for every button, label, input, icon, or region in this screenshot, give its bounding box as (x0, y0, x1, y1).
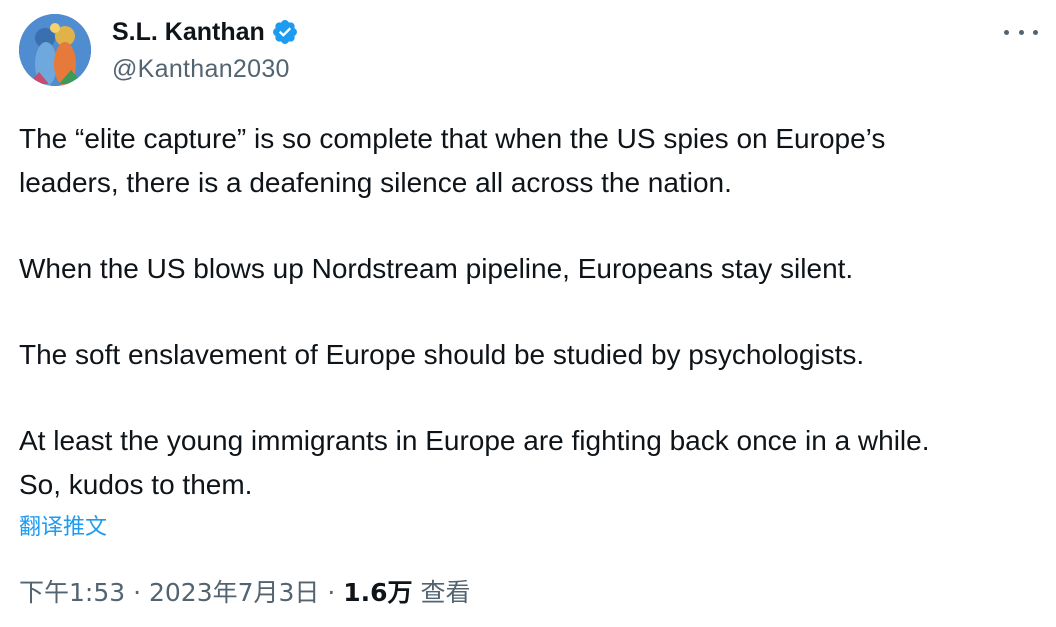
author-handle[interactable]: @Kanthan2030 (112, 54, 290, 84)
meta-separator: · (319, 578, 344, 607)
tweet: S.L. Kanthan @Kanthan2030 The “elite cap… (0, 0, 1056, 627)
tweet-paragraph: The “elite capture” is so complete that … (19, 117, 1049, 205)
meta-separator: · (125, 578, 149, 607)
verified-badge-icon (272, 20, 297, 44)
views-label: 查看 (412, 578, 471, 607)
more-options-icon (1004, 29, 1009, 35)
more-options-icon-dot (1018, 29, 1024, 35)
tweet-line: At least the young immigrants in Europe … (19, 425, 930, 456)
tweet-line: So, kudos to them. (19, 469, 253, 500)
tweet-time[interactable]: 下午1:53 (19, 578, 125, 607)
tweet-text: The “elite capture” is so complete that … (19, 117, 1049, 507)
avatar-image (19, 14, 91, 86)
views-count: 1.6万 (343, 578, 413, 607)
tweet-line: leaders, there is a deafening silence al… (19, 167, 732, 198)
tweet-metadata: 下午1:53 · 2023年7月3日 · 1.6万 查看 (19, 576, 471, 610)
more-options-icon-dot (1033, 29, 1038, 35)
tweet-paragraph: When the US blows up Nordstream pipeline… (19, 247, 1049, 291)
translate-tweet-link[interactable]: 翻译推文 (19, 513, 107, 543)
tweet-line: The soft enslavement of Europe should be… (19, 339, 865, 370)
tweet-line: The “elite capture” is so complete that … (19, 123, 886, 154)
tweet-line: When the US blows up Nordstream pipeline… (19, 253, 854, 284)
avatar[interactable] (19, 14, 91, 86)
author-name-text: S.L. Kanthan (112, 18, 265, 46)
more-options-button[interactable] (1004, 20, 1038, 44)
tweet-date[interactable]: 2023年7月3日 (149, 578, 319, 607)
tweet-paragraph: At least the young immigrants in Europe … (19, 419, 1049, 507)
author-display-name[interactable]: S.L. Kanthan (112, 16, 299, 48)
tweet-paragraph: The soft enslavement of Europe should be… (19, 333, 1049, 377)
